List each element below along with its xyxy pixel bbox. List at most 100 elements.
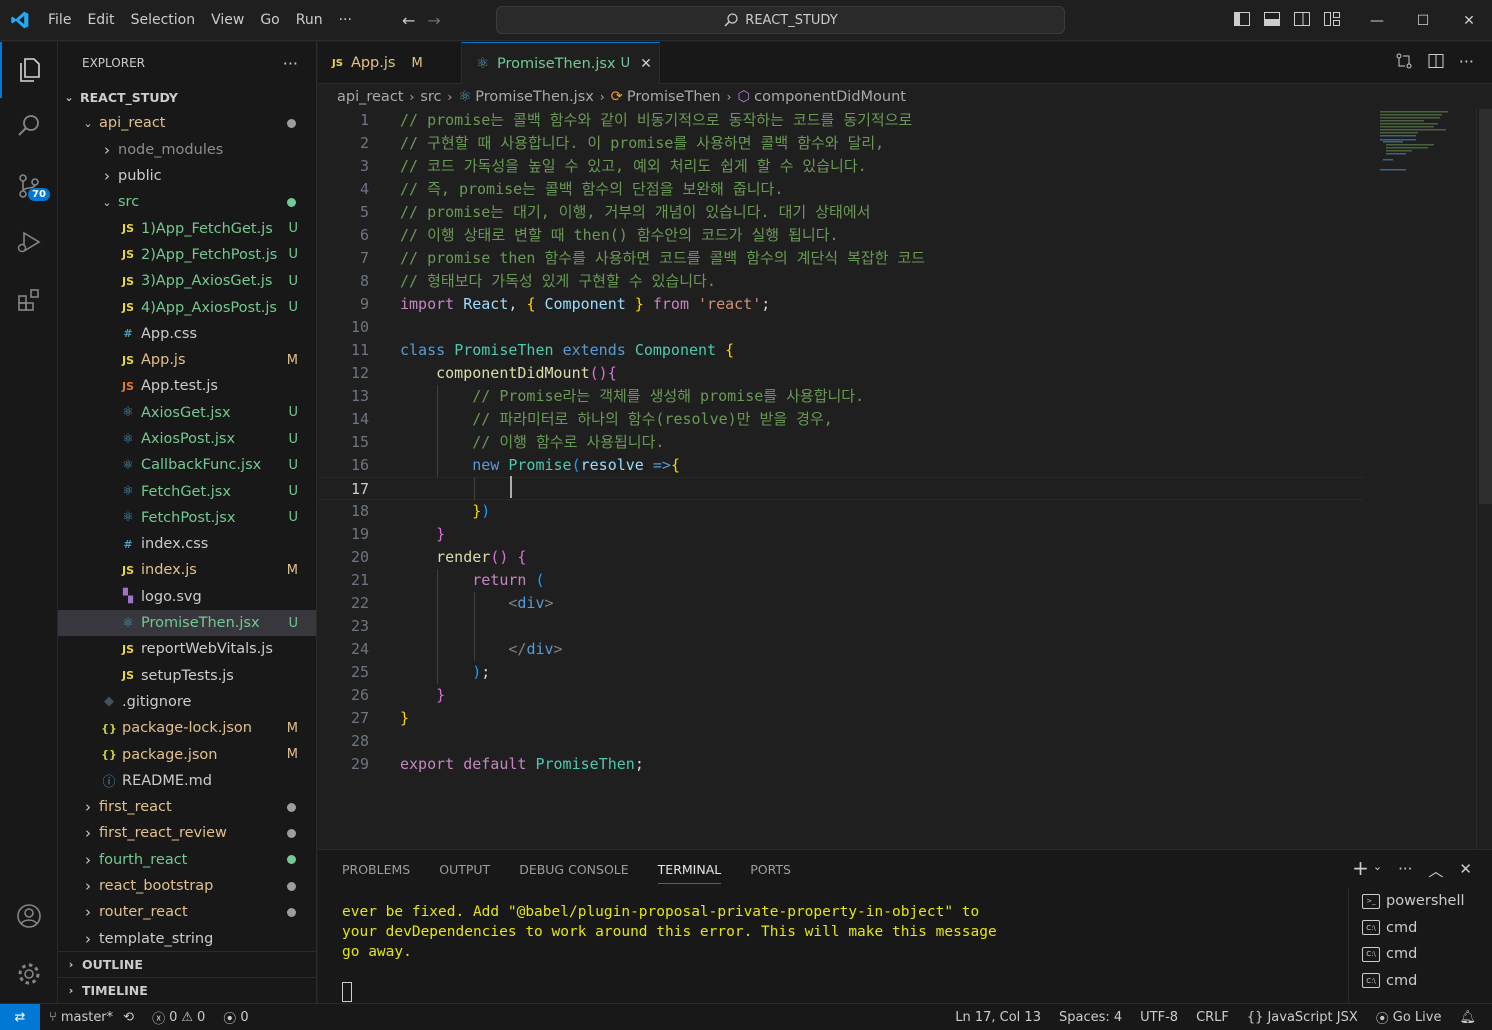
terminal-item-cmd[interactable]: C:\ cmd (1349, 941, 1492, 968)
tree-item[interactable]: ⚛ FetchGet.jsx U (58, 478, 316, 504)
menu-go[interactable]: Go (252, 0, 287, 41)
compare-changes-icon[interactable] (1395, 52, 1413, 70)
tab-debug-console[interactable]: DEBUG CONSOLE (519, 862, 628, 877)
tree-item[interactable]: JS index.js M (58, 557, 316, 583)
tree-item[interactable]: ⓘ README.md (58, 768, 316, 794)
more-actions-icon[interactable]: ··· (1459, 52, 1474, 71)
maximize-panel-icon[interactable]: ︿ (1428, 860, 1443, 881)
tree-item[interactable]: ⚛ AxiosPost.jsx U (58, 426, 316, 452)
extensions-activity[interactable] (0, 272, 58, 328)
indentation[interactable]: Spaces: 4 (1050, 1010, 1131, 1025)
tree-item[interactable]: › node_modules (58, 137, 316, 163)
branch-indicator[interactable]: ⑂ master* ⟲ (40, 1010, 143, 1025)
tree-item[interactable]: {} package-lock.json M (58, 715, 316, 741)
editor-scrollbar[interactable] (1476, 109, 1492, 849)
tab-ports[interactable]: PORTS (750, 862, 791, 877)
menu-more[interactable]: ··· (331, 0, 360, 41)
run-debug-activity[interactable] (0, 214, 58, 270)
manage-activity[interactable] (0, 946, 58, 1002)
tree-item[interactable]: › template_string (58, 926, 316, 952)
close-icon[interactable]: ✕ (640, 56, 652, 72)
tree-item[interactable]: › fourth_react (58, 847, 316, 873)
tree-item[interactable]: # App.css (58, 321, 316, 347)
breadcrumb-item[interactable]: api_react (337, 89, 403, 105)
code-editor[interactable]: 1 // promise는 콜백 함수와 같이 비동기적으로 동작하는 코드를 동… (318, 109, 1492, 849)
tree-item[interactable]: › first_react (58, 794, 316, 820)
breadcrumb-item[interactable]: PromiseThen.jsx (475, 89, 594, 105)
source-control-activity[interactable]: 70 (0, 158, 58, 214)
tree-item[interactable]: ⚛ AxiosGet.jsx U (58, 400, 316, 426)
scrollbar-thumb[interactable] (1479, 109, 1492, 504)
chevron-down-icon[interactable]: ⌄ (1373, 860, 1382, 881)
back-arrow-icon[interactable]: ← (402, 11, 415, 30)
terminal-item-powershell[interactable]: >_ powershell (1349, 888, 1492, 915)
tree-item[interactable]: ⚛ PromiseThen.jsx U (58, 609, 316, 637)
maximize-icon[interactable]: ☐ (1400, 0, 1446, 41)
accounts-activity[interactable] (0, 888, 58, 944)
toggle-primary-sidebar-icon[interactable] (1232, 9, 1252, 29)
terminal-item-cmd[interactable]: C:\ cmd (1349, 915, 1492, 942)
tree-item[interactable]: › public (58, 163, 316, 189)
terminal-output[interactable]: ever be fixed. Add "@babel/plugin-propos… (342, 902, 1342, 962)
language-mode[interactable]: {} JavaScript JSX (1238, 1010, 1367, 1025)
tree-item[interactable]: ⌄ api_react (58, 110, 316, 136)
more-actions-icon[interactable]: ··· (1398, 860, 1412, 881)
forward-arrow-icon[interactable]: → (427, 11, 440, 30)
timeline-section[interactable]: › TIMELINE (58, 977, 316, 1003)
menu-view[interactable]: View (203, 0, 252, 41)
minimize-icon[interactable]: — (1354, 0, 1400, 41)
breadcrumb-item[interactable]: src (420, 89, 441, 105)
minimap[interactable] (1380, 111, 1452, 171)
menu-run[interactable]: Run (288, 0, 331, 41)
customize-layout-icon[interactable] (1322, 9, 1342, 29)
tab-problems[interactable]: PROBLEMS (342, 862, 410, 877)
tree-item[interactable]: JS 1)App_FetchGet.js U (58, 215, 316, 241)
explorer-activity[interactable] (0, 42, 58, 98)
tab-promisethen-jsx[interactable]: ⚛ PromiseThen.jsx U ✕ (462, 42, 660, 84)
tree-item[interactable]: ⚛ FetchPost.jsx U (58, 505, 316, 531)
menu-file[interactable]: File (40, 0, 79, 41)
command-center-search[interactable]: REACT_STUDY (496, 6, 1065, 34)
tree-item[interactable]: JS 2)App_FetchPost.js U (58, 242, 316, 268)
tree-item[interactable]: › react_bootstrap (58, 873, 316, 899)
tree-item[interactable]: › router_react (58, 899, 316, 925)
tab-app-js[interactable]: JS App.js M (318, 42, 462, 84)
tree-item[interactable]: › first_react_review (58, 820, 316, 846)
split-editor-icon[interactable] (1427, 52, 1445, 70)
menu-selection[interactable]: Selection (123, 0, 204, 41)
tab-output[interactable]: OUTPUT (439, 862, 490, 877)
problems-indicator[interactable]: ⓧ 0 ⚠ 0 (143, 1008, 214, 1027)
menu-edit[interactable]: Edit (79, 0, 122, 41)
remote-indicator[interactable]: ⇄ (0, 1003, 40, 1030)
outline-section[interactable]: › OUTLINE (58, 951, 316, 977)
tree-item[interactable]: JS App.js M (58, 347, 316, 373)
go-live-button[interactable]: ⦿ Go Live (1367, 1008, 1451, 1027)
search-activity[interactable] (0, 98, 58, 154)
tree-item[interactable]: JS reportWebVitals.js (58, 636, 316, 662)
tree-item[interactable]: JS 4)App_AxiosPost.js U (58, 294, 316, 320)
notifications[interactable]: 🔔︎ (1450, 1010, 1492, 1025)
tree-item[interactable]: ⚛ CallbackFunc.jsx U (58, 452, 316, 478)
tree-item[interactable]: ▚ logo.svg (58, 584, 316, 610)
tree-item[interactable]: {} package.json M (58, 741, 316, 767)
explorer-more-icon[interactable]: ··· (283, 54, 298, 73)
workspace-root[interactable]: ⌄ REACT_STUDY (58, 84, 316, 110)
ports-indicator[interactable]: ⦿ 0 (214, 1008, 257, 1027)
tree-item[interactable]: ◆ .gitignore (58, 689, 316, 715)
breadcrumb-item[interactable]: componentDidMount (754, 89, 906, 105)
breadcrumb-item[interactable]: PromiseThen (627, 89, 721, 105)
close-window-icon[interactable]: ✕ (1446, 0, 1492, 41)
toggle-panel-icon[interactable] (1262, 9, 1282, 29)
new-terminal-icon[interactable]: + (1352, 858, 1369, 881)
cursor-position[interactable]: Ln 17, Col 13 (946, 1010, 1050, 1025)
close-panel-icon[interactable]: ✕ (1459, 860, 1472, 881)
tree-item[interactable]: JS setupTests.js (58, 663, 316, 689)
tree-item[interactable]: # index.css (58, 531, 316, 557)
tab-terminal[interactable]: TERMINAL (657, 862, 722, 884)
terminal-item-cmd[interactable]: C:\ cmd (1349, 968, 1492, 995)
tree-item[interactable]: JS 3)App_AxiosGet.js U (58, 268, 316, 294)
tree-item[interactable]: JS App.test.js (58, 373, 316, 399)
tree-item[interactable]: ⌄ src (58, 189, 316, 215)
line-ending[interactable]: CRLF (1187, 1010, 1238, 1025)
toggle-secondary-sidebar-icon[interactable] (1292, 9, 1312, 29)
